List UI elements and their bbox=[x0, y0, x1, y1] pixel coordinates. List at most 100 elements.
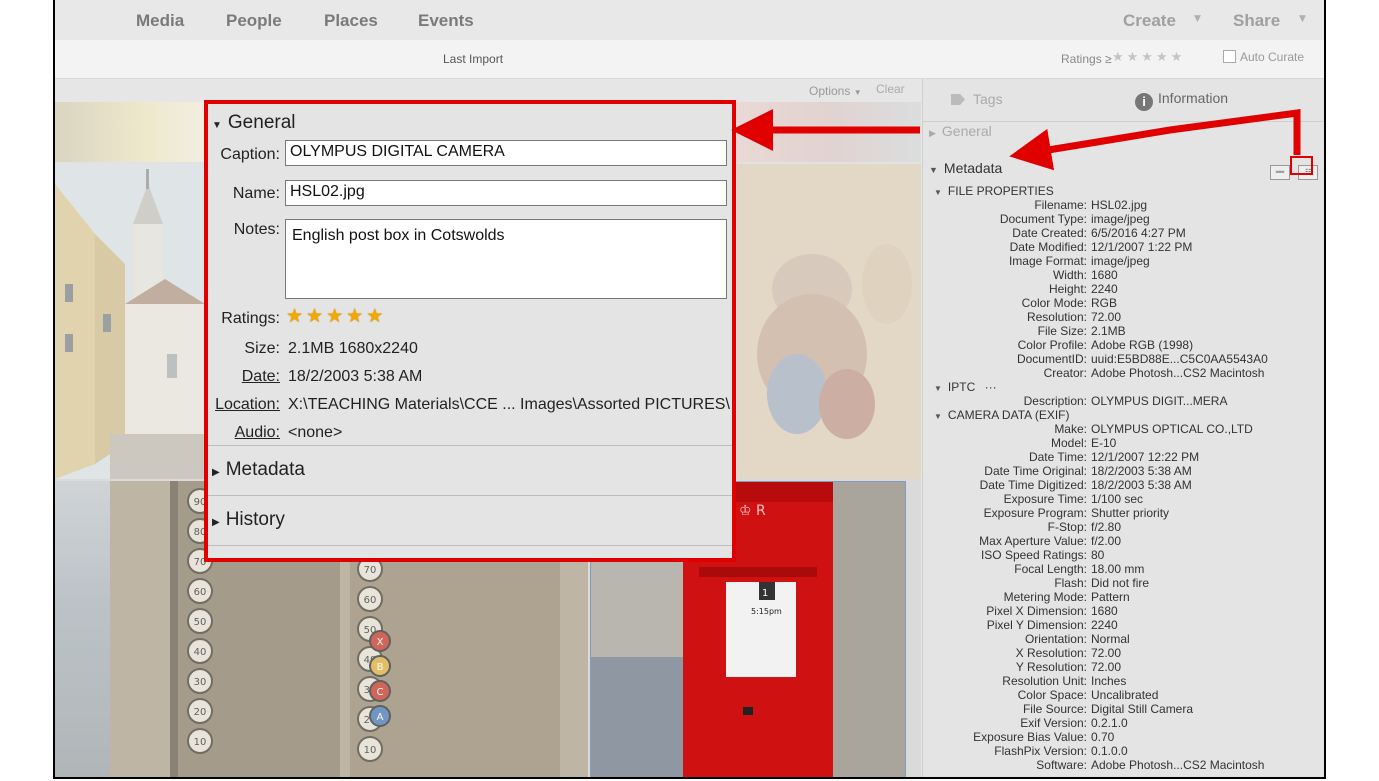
name-field[interactable]: HSL02.jpg bbox=[285, 180, 727, 206]
metadata-row: Image Format: image/jpeg bbox=[923, 254, 1324, 268]
star-icon[interactable]: ★ bbox=[286, 305, 303, 327]
metadata-row: Description: OLYMPUS DIGIT...MERA bbox=[923, 394, 1324, 408]
metadata-row: Pixel X Dimension: 1680 bbox=[923, 604, 1324, 618]
metadata-key: Pixel Y Dimension: bbox=[986, 618, 1087, 632]
metadata-key: Max Aperture Value: bbox=[979, 534, 1087, 548]
metadata-key: Color Profile: bbox=[1017, 338, 1087, 352]
highlight-box bbox=[1290, 156, 1313, 175]
tab-information[interactable]: i Information bbox=[1135, 90, 1228, 111]
chevron-down-icon: ▼ bbox=[934, 412, 942, 421]
options-dropdown[interactable]: Options ▼ bbox=[809, 84, 862, 98]
star-icon[interactable]: ★ bbox=[346, 305, 363, 327]
location-value: X:\TEACHING Materials\CCE ... Images\Ass… bbox=[288, 396, 730, 413]
metadata-value: Adobe Photosh...CS2 Macintosh bbox=[1091, 366, 1265, 380]
collection-number: 1 bbox=[762, 588, 768, 599]
info-icon: i bbox=[1135, 93, 1153, 111]
ratings-label: Ratings: bbox=[221, 310, 280, 327]
metadata-key: Exif Version: bbox=[1020, 716, 1087, 730]
metadata-key: Date Time Original: bbox=[984, 464, 1087, 478]
metadata-row: FlashPix Version: 0.1.0.0 bbox=[923, 744, 1324, 758]
history-header[interactable]: ▶ History bbox=[212, 509, 285, 531]
metadata-value: E-10 bbox=[1091, 436, 1117, 450]
metadata-row: Date Time: 12/1/2007 12:22 PM bbox=[923, 450, 1324, 464]
nav-places[interactable]: Places bbox=[324, 11, 378, 31]
metadata-value: RGB bbox=[1091, 296, 1118, 310]
location-link[interactable]: Location: bbox=[215, 396, 280, 414]
rating-stars[interactable]: ★ ★ ★ ★ ★ bbox=[286, 305, 386, 327]
date-link[interactable]: Date: bbox=[242, 368, 280, 386]
nav-media[interactable]: Media bbox=[136, 11, 184, 31]
metadata-key: Image Format: bbox=[1008, 254, 1087, 268]
metadata-key: Software: bbox=[1036, 758, 1087, 772]
caption-field[interactable]: OLYMPUS DIGITAL CAMERA bbox=[285, 140, 727, 166]
metadata-key: Date Time Digitized: bbox=[979, 478, 1087, 492]
divider bbox=[208, 445, 732, 446]
metadata-row: Max Aperture Value: f/2.00 bbox=[923, 534, 1324, 548]
metadata-key: DocumentID: bbox=[1016, 352, 1087, 366]
metadata-key: Date Modified: bbox=[1009, 240, 1087, 254]
metadata-row: Date Time Digitized: 18/2/2003 5:38 AM bbox=[923, 478, 1324, 492]
metadata-row: Color Mode: RGB bbox=[923, 296, 1324, 310]
checkbox-icon[interactable] bbox=[1223, 50, 1236, 63]
metadata-row: Document Type: image/jpeg bbox=[923, 212, 1324, 226]
share-button[interactable]: Share bbox=[1233, 11, 1280, 31]
grid-toolbar: Options ▼ Clear bbox=[55, 79, 921, 102]
brief-view-button[interactable]: ══ bbox=[1270, 165, 1290, 180]
clear-button[interactable]: Clear bbox=[876, 82, 905, 96]
metadata-row: Orientation: Normal bbox=[923, 632, 1324, 646]
metadata-key: Description: bbox=[1023, 394, 1087, 408]
metadata-value: 2.1MB bbox=[1091, 324, 1126, 338]
metadata-value: OLYMPUS OPTICAL CO.,LTD bbox=[1091, 422, 1253, 436]
metadata-row: Filename: HSL02.jpg bbox=[923, 198, 1324, 212]
chevron-down-icon: ▼ bbox=[853, 88, 862, 97]
general-header[interactable]: ▼ General bbox=[212, 112, 296, 134]
star-icon[interactable]: ★ bbox=[366, 305, 383, 327]
metadata-key: Color Mode: bbox=[1021, 296, 1087, 310]
general-section-toggle[interactable]: ▶ General bbox=[929, 123, 992, 139]
metadata-key: Height: bbox=[1048, 282, 1087, 296]
more-icon[interactable]: ··· bbox=[985, 380, 997, 394]
metadata-value: 6/5/2016 4:27 PM bbox=[1091, 226, 1186, 240]
star-icon[interactable]: ★ bbox=[306, 305, 323, 327]
metadata-value: image/jpeg bbox=[1091, 212, 1150, 226]
divider bbox=[208, 545, 732, 546]
metadata-row: Date Modified: 12/1/2007 1:22 PM bbox=[923, 240, 1324, 254]
file-properties-header[interactable]: ▼ FILE PROPERTIES bbox=[934, 184, 1054, 198]
metadata-header[interactable]: ▶ Metadata bbox=[212, 459, 305, 481]
metadata-key: FlashPix Version: bbox=[994, 744, 1087, 758]
auto-curate-label: Auto Curate bbox=[1240, 50, 1305, 64]
metadata-key: File Size: bbox=[1037, 324, 1087, 338]
metadata-key: Document Type: bbox=[999, 212, 1087, 226]
metadata-key: Resolution: bbox=[1026, 310, 1087, 324]
metadata-section-toggle[interactable]: ▼ Metadata bbox=[929, 160, 1002, 176]
metadata-row: Date Time Original: 18/2/2003 5:38 AM bbox=[923, 464, 1324, 478]
nav-people[interactable]: People bbox=[226, 11, 282, 31]
metadata-key: Y Resolution: bbox=[1015, 660, 1087, 674]
metadata-row: Exif Version: 0.2.1.0 bbox=[923, 716, 1324, 730]
chevron-right-icon: ▶ bbox=[212, 467, 220, 478]
camera-data-header[interactable]: ▼ CAMERA DATA (EXIF) bbox=[934, 408, 1070, 422]
metadata-key: ISO Speed Ratings: bbox=[980, 548, 1087, 562]
metadata-key: Resolution Unit: bbox=[1002, 674, 1087, 688]
ratings-filter-stars[interactable]: ★★★★★ bbox=[1112, 50, 1185, 65]
metadata-value: 2240 bbox=[1091, 282, 1118, 296]
metadata-key: X Resolution: bbox=[1015, 646, 1087, 660]
metadata-row: Exposure Time: 1/100 sec bbox=[923, 492, 1324, 506]
create-button[interactable]: Create bbox=[1123, 11, 1176, 31]
audio-link[interactable]: Audio: bbox=[235, 424, 280, 442]
metadata-row: DocumentID: uuid:E5BD88E...C5C0AA5543A0 bbox=[923, 352, 1324, 366]
date-value: 18/2/2003 5:38 AM bbox=[288, 368, 423, 385]
notes-field[interactable]: English post box in Cotswolds bbox=[285, 219, 727, 299]
metadata-row: Software: Adobe Photosh...CS2 Macintosh bbox=[923, 758, 1324, 772]
star-icon[interactable]: ★ bbox=[326, 305, 343, 327]
name-label: Name: bbox=[232, 185, 280, 202]
iptc-header[interactable]: ▼ IPTC ··· bbox=[934, 380, 997, 394]
tag-icon bbox=[951, 94, 965, 105]
auto-curate-checkbox[interactable]: Auto Curate bbox=[1223, 50, 1304, 64]
tab-tags[interactable]: Tags bbox=[951, 91, 1003, 107]
metadata-value: Pattern bbox=[1091, 590, 1130, 604]
metadata-value: Adobe RGB (1998) bbox=[1091, 338, 1194, 352]
nav-events[interactable]: Events bbox=[418, 11, 474, 31]
metadata-key: Filename: bbox=[1034, 198, 1087, 212]
info-panel: Tags i Information ▶ General ▼ Metadata ══ … bbox=[922, 79, 1324, 777]
